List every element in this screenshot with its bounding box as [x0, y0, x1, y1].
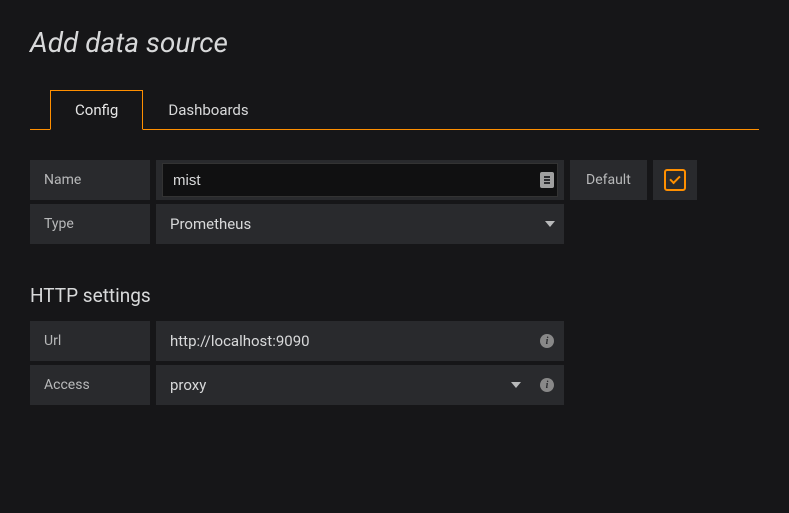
chevron-down-icon	[536, 221, 564, 227]
url-label: Url	[30, 321, 150, 361]
type-label: Type	[30, 204, 150, 244]
default-checkbox-wrap	[653, 160, 697, 200]
http-settings-header: HTTP settings	[30, 284, 759, 307]
row-name: Name Default	[30, 160, 759, 200]
name-label: Name	[30, 160, 150, 200]
row-access: Access proxy i	[30, 365, 759, 405]
tab-config[interactable]: Config	[50, 90, 143, 130]
type-select[interactable]: Prometheus	[156, 204, 564, 244]
name-input-wrap	[156, 160, 564, 200]
access-select[interactable]: proxy i	[156, 365, 564, 405]
default-checkbox[interactable]	[664, 169, 686, 191]
url-input-wrap: http://localhost:9090 i	[156, 321, 564, 361]
info-icon[interactable]: i	[540, 378, 554, 392]
url-input[interactable]: http://localhost:9090	[156, 332, 530, 350]
page-title: Add data source	[30, 26, 759, 59]
name-input[interactable]	[162, 163, 558, 197]
chevron-down-icon	[502, 382, 530, 388]
default-label: Default	[570, 160, 647, 200]
check-icon	[669, 173, 680, 184]
tabs: Config Dashboards	[30, 89, 759, 130]
access-label: Access	[30, 365, 150, 405]
type-value: Prometheus	[156, 215, 536, 233]
tab-dashboards[interactable]: Dashboards	[143, 90, 273, 130]
access-value: proxy	[156, 376, 502, 394]
tag-icon[interactable]	[540, 172, 554, 188]
row-url: Url http://localhost:9090 i	[30, 321, 759, 361]
info-icon[interactable]: i	[540, 334, 554, 348]
row-type: Type Prometheus	[30, 204, 759, 244]
